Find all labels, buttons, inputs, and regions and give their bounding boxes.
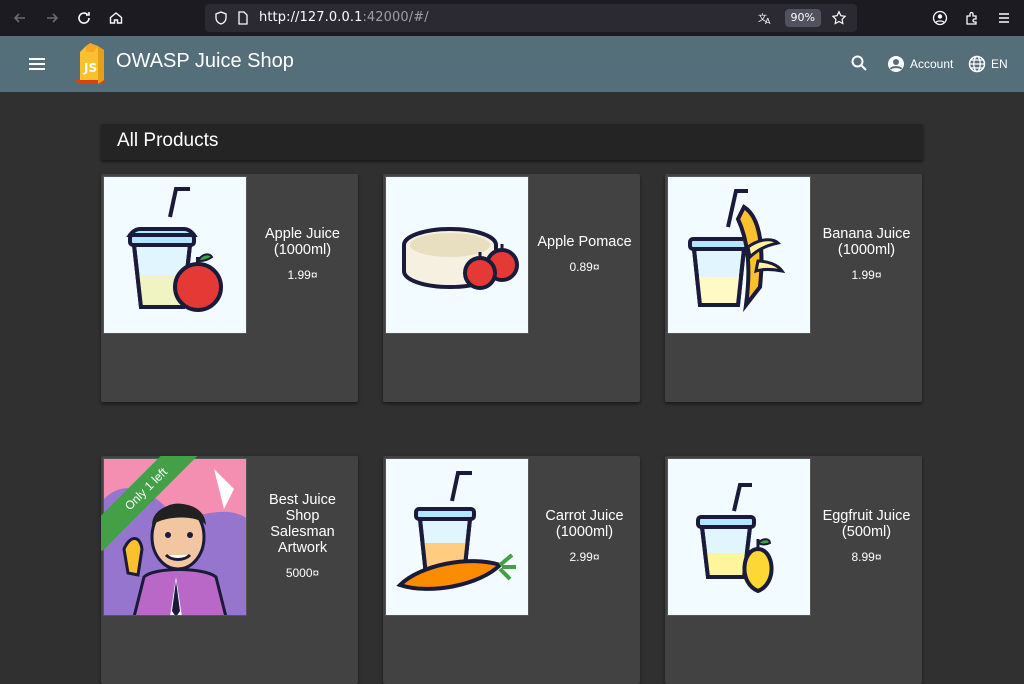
app-toolbar: JS OWASP Juice Shop Account EN <box>0 36 1024 92</box>
main-content: All Products Apple Juice (1000ml) 1.99¤ <box>0 92 1024 684</box>
home-icon[interactable] <box>100 2 132 34</box>
hamburger-menu-icon[interactable] <box>26 54 48 74</box>
page-icon[interactable] <box>235 10 251 26</box>
product-card-apple-juice[interactable]: Apple Juice (1000ml) 1.99¤ <box>101 174 358 402</box>
page-title: All Products <box>117 130 219 151</box>
product-info: Banana Juice (1000ml) 1.99¤ <box>811 174 922 334</box>
zoom-level[interactable]: 90% <box>784 9 821 27</box>
product-card-salesman-artwork[interactable]: Only 1 left Best Juice Shop Salesman Art… <box>101 456 358 684</box>
product-info: Best Juice Shop Salesman Artwork 5000¤ <box>247 456 358 616</box>
product-price: 1.99¤ <box>287 268 318 282</box>
globe-icon <box>968 55 986 73</box>
browser-toolbar: http://127.0.0.1:42000/#/ 文A 90% <box>0 0 1024 36</box>
product-name: Eggfruit Juice (500ml) <box>822 508 911 540</box>
product-image[interactable] <box>103 176 247 334</box>
product-card-carrot-juice[interactable]: Carrot Juice (1000ml) 2.99¤ <box>383 456 640 684</box>
url-text: http://127.0.0.1:42000/#/ <box>259 10 429 25</box>
star-icon[interactable] <box>831 10 847 26</box>
translate-icon[interactable]: 文A <box>757 10 773 26</box>
juice-shop-logo[interactable]: JS <box>70 42 110 86</box>
product-info: Apple Pomace 0.89¤ <box>529 174 640 334</box>
product-price: 2.99¤ <box>569 550 600 564</box>
forward-icon[interactable] <box>36 2 68 34</box>
page-heading-card: All Products <box>101 124 923 160</box>
product-info: Eggfruit Juice (500ml) 8.99¤ <box>811 456 922 616</box>
product-name: Apple Juice (1000ml) <box>265 226 340 258</box>
product-card-banana-juice[interactable]: Banana Juice (1000ml) 1.99¤ <box>665 174 922 402</box>
product-image[interactable] <box>385 458 529 616</box>
reload-icon[interactable] <box>68 2 100 34</box>
language-button[interactable]: EN <box>968 36 1008 92</box>
product-info: Apple Juice (1000ml) 1.99¤ <box>247 174 358 334</box>
menu-icon[interactable] <box>988 2 1020 34</box>
product-image[interactable] <box>385 176 529 334</box>
product-image[interactable] <box>667 176 811 334</box>
url-host: http://127.0.0.1 <box>259 10 363 25</box>
product-card-eggfruit-juice[interactable]: Eggfruit Juice (500ml) 8.99¤ <box>665 456 922 684</box>
search-button[interactable] <box>850 36 868 92</box>
search-icon <box>850 54 868 75</box>
product-price: 0.89¤ <box>569 260 600 274</box>
svg-text:JS: JS <box>83 61 97 75</box>
account-button[interactable]: Account <box>887 36 953 92</box>
product-info: Carrot Juice (1000ml) 2.99¤ <box>529 456 640 616</box>
product-image[interactable] <box>667 458 811 616</box>
product-name: Apple Pomace <box>537 234 632 250</box>
language-label: EN <box>991 57 1008 71</box>
product-card-apple-pomace[interactable]: Apple Pomace 0.89¤ <box>383 174 640 402</box>
back-icon[interactable] <box>4 2 36 34</box>
account-label: Account <box>910 57 954 71</box>
product-price: 8.99¤ <box>851 550 882 564</box>
product-price: 1.99¤ <box>851 268 882 282</box>
url-bar[interactable]: http://127.0.0.1:42000/#/ 文A 90% <box>205 4 857 32</box>
product-name: Carrot Juice (1000ml) <box>545 508 624 540</box>
product-price: 5000¤ <box>285 566 320 580</box>
svg-text:A: A <box>765 17 771 26</box>
shield-icon[interactable] <box>213 10 229 26</box>
product-name: Banana Juice (1000ml) <box>822 226 911 258</box>
extensions-icon[interactable] <box>956 2 988 34</box>
profile-icon[interactable] <box>924 2 956 34</box>
account-circle-icon <box>887 55 905 73</box>
url-path: :42000/#/ <box>362 10 429 25</box>
product-name: Best Juice Shop Salesman Artwork <box>269 492 336 556</box>
app-title[interactable]: OWASP Juice Shop <box>116 50 294 73</box>
product-image[interactable] <box>103 458 247 616</box>
